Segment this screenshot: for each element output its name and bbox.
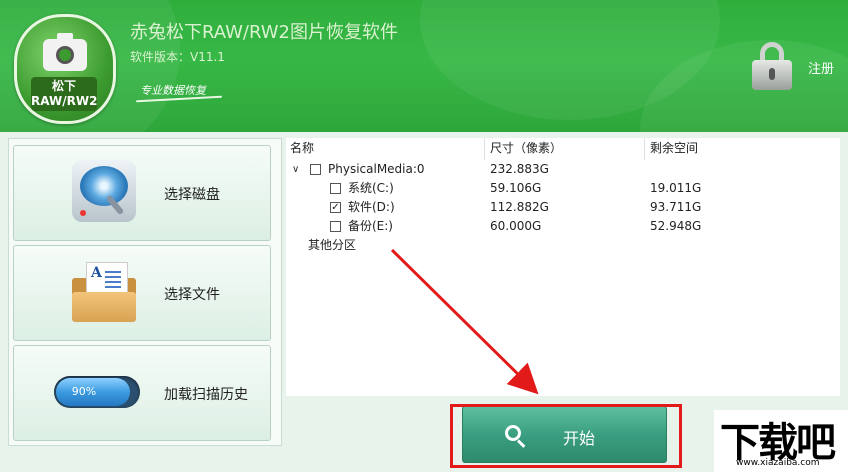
folder-icon bbox=[72, 260, 140, 328]
progress-text: 90% bbox=[71, 385, 97, 398]
logo-badge: 松下 RAW/RW2 bbox=[31, 77, 97, 111]
other-partition-row[interactable]: 其他分区 bbox=[286, 236, 840, 255]
row-checkbox[interactable] bbox=[310, 164, 321, 175]
row-size: 232.883G bbox=[490, 162, 549, 176]
row-free: 19.011G bbox=[650, 181, 702, 195]
register-button[interactable]: 注册 bbox=[808, 58, 834, 77]
version-text: 软件版本：V11.1 bbox=[130, 50, 225, 64]
row-size: 59.106G bbox=[490, 181, 542, 195]
row-name: 备份(E:) bbox=[348, 219, 393, 233]
column-header-free[interactable]: 剩余空间 bbox=[650, 138, 698, 160]
row-size: 112.882G bbox=[490, 200, 549, 214]
table-row[interactable]: ∨ PhysicalMedia:0 232.883G bbox=[286, 160, 840, 179]
column-separator bbox=[484, 138, 485, 160]
row-size: 60.000G bbox=[490, 219, 542, 233]
row-name: 系统(C:) bbox=[348, 181, 394, 195]
logo-line1: 松下 bbox=[51, 79, 76, 93]
table-row[interactable]: ✓ 软件(D:) 112.882G 93.711G bbox=[286, 198, 840, 217]
row-free: 93.711G bbox=[650, 200, 702, 214]
load-scan-history-button[interactable]: 90% 加载扫描历史 bbox=[13, 345, 271, 441]
column-separator bbox=[644, 138, 645, 160]
disk-table: 名称 尺寸（像素） 剩余空间 ∨ PhysicalMedia:0 232.883… bbox=[286, 138, 840, 396]
row-free: 52.948G bbox=[650, 219, 702, 233]
logo-line2: RAW/RW2 bbox=[31, 94, 98, 108]
watermark: 下载吧 www.xiazaiba.com bbox=[714, 410, 848, 472]
search-icon bbox=[505, 425, 527, 448]
app-logo: 松下 RAW/RW2 bbox=[14, 14, 116, 124]
start-button[interactable]: 开始 bbox=[462, 406, 667, 463]
table-row[interactable]: 备份(E:) 60.000G 52.948G bbox=[286, 217, 840, 236]
row-checkbox-checked[interactable]: ✓ bbox=[330, 202, 341, 213]
select-file-label: 选择文件 bbox=[164, 287, 220, 303]
column-header-name[interactable]: 名称 bbox=[290, 138, 314, 160]
other-partition-label: 其他分区 bbox=[308, 238, 357, 252]
app-title: 赤兔松下RAW/RW2图片恢复软件 bbox=[130, 22, 398, 43]
select-file-button[interactable]: 选择文件 bbox=[13, 245, 271, 341]
watermark-url: www.xiazaiba.com bbox=[736, 458, 820, 468]
load-scan-history-label: 加载扫描历史 bbox=[164, 387, 248, 403]
row-name: 软件(D:) bbox=[348, 200, 395, 214]
table-row[interactable]: 系统(C:) 59.106G 19.011G bbox=[286, 179, 840, 198]
start-label: 开始 bbox=[563, 429, 596, 448]
row-checkbox[interactable] bbox=[330, 221, 341, 232]
chevron-down-icon[interactable]: ∨ bbox=[292, 160, 299, 179]
camera-icon bbox=[43, 33, 87, 71]
row-checkbox[interactable] bbox=[330, 183, 341, 194]
lock-icon[interactable] bbox=[752, 42, 792, 90]
progress-icon: 90% bbox=[54, 376, 140, 408]
disk-icon bbox=[72, 160, 140, 228]
select-disk-button[interactable]: 选择磁盘 bbox=[13, 145, 271, 241]
column-header-size[interactable]: 尺寸（像素） bbox=[490, 138, 562, 160]
row-name: PhysicalMedia:0 bbox=[328, 162, 425, 176]
app-header: 松下 RAW/RW2 赤兔松下RAW/RW2图片恢复软件 软件版本：V11.1 … bbox=[0, 0, 848, 132]
sidebar: 选择磁盘 选择文件 90% 加载扫描历史 bbox=[8, 138, 282, 446]
slogan: 专业数据恢复 bbox=[140, 84, 206, 97]
select-disk-label: 选择磁盘 bbox=[164, 187, 220, 203]
